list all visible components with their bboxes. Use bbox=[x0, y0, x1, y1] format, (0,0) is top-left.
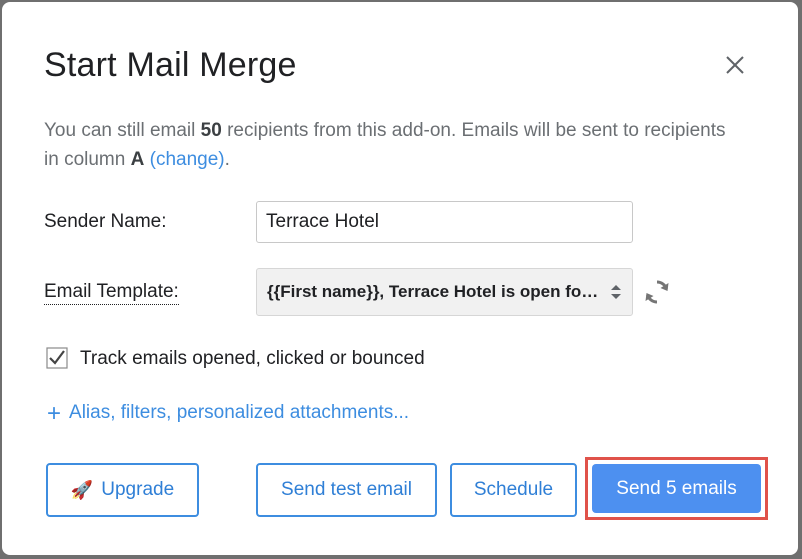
dialog-title: Start Mail Merge bbox=[44, 46, 297, 84]
sender-name-label: Sender Name: bbox=[44, 211, 167, 232]
schedule-button[interactable]: Schedule bbox=[450, 463, 577, 517]
send-button-highlight: Send 5 emails bbox=[585, 457, 768, 520]
recipient-info: You can still email 50 recipients from t… bbox=[44, 116, 744, 174]
upgrade-label: Upgrade bbox=[101, 479, 175, 500]
close-button[interactable] bbox=[718, 48, 752, 82]
send-emails-button[interactable]: Send 5 emails bbox=[592, 464, 761, 513]
send-test-email-button[interactable]: Send test email bbox=[256, 463, 437, 517]
recipient-column: A bbox=[130, 149, 145, 170]
info-text: . bbox=[224, 149, 230, 170]
refresh-templates-button[interactable] bbox=[639, 274, 675, 310]
track-emails-checkbox[interactable] bbox=[46, 347, 68, 369]
refresh-icon bbox=[645, 280, 669, 304]
select-arrows-icon bbox=[610, 283, 622, 301]
upgrade-button[interactable]: 🚀 Upgrade bbox=[46, 463, 199, 517]
remaining-count: 50 bbox=[200, 120, 222, 141]
plus-icon: + bbox=[47, 399, 62, 427]
sender-name-input[interactable] bbox=[256, 201, 633, 243]
rocket-icon: 🚀 bbox=[70, 479, 94, 500]
close-icon bbox=[726, 56, 744, 74]
email-template-select[interactable]: {{First name}}, Terrace Hotel is open fo… bbox=[256, 268, 633, 316]
email-template-selected: {{First name}}, Terrace Hotel is open fo… bbox=[267, 282, 604, 301]
email-template-label[interactable]: Email Template: bbox=[44, 281, 179, 305]
more-options-label: Alias, filters, personalized attachments… bbox=[69, 402, 410, 423]
info-text: You can still email bbox=[44, 120, 201, 141]
mail-merge-dialog: Start Mail Merge You can still email 50 … bbox=[2, 2, 798, 555]
change-column-link[interactable]: (change) bbox=[150, 149, 225, 170]
more-options-link[interactable]: + Alias, filters, personalized attachmen… bbox=[47, 399, 410, 427]
track-emails-label[interactable]: Track emails opened, clicked or bounced bbox=[80, 348, 425, 370]
